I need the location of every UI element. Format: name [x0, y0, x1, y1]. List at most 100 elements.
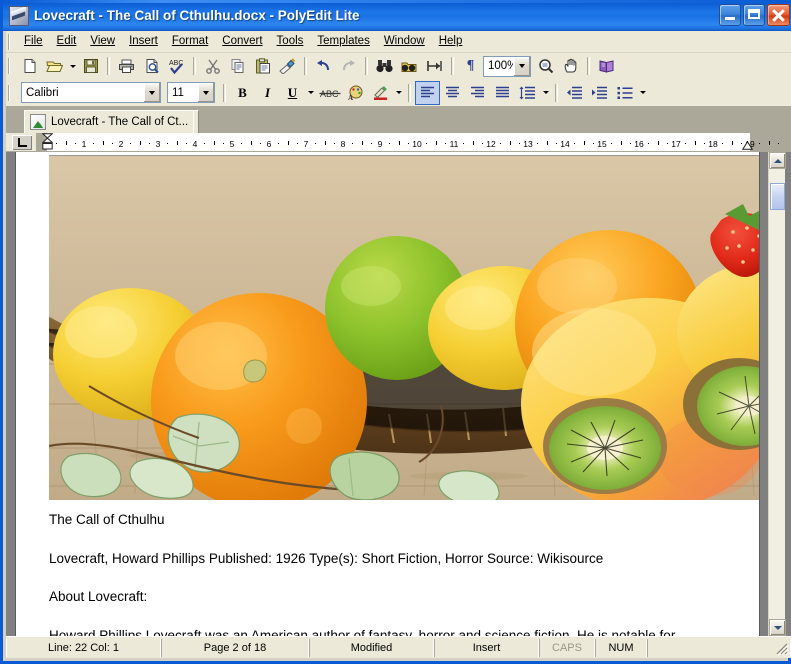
bold-button[interactable]: B: [230, 81, 255, 105]
ruler-quarter-dot: [93, 143, 95, 144]
ruler-quarter-dot: [426, 143, 428, 144]
document-tab[interactable]: Lovecraft - The Call of Ct...: [24, 110, 200, 133]
bold-icon: B: [238, 84, 247, 100]
toolbar-grip[interactable]: [8, 58, 15, 74]
underline-button[interactable]: U: [280, 81, 305, 105]
ruler-half-tick: [139, 141, 141, 145]
italic-button[interactable]: I: [255, 81, 280, 105]
print-preview-button[interactable]: [139, 54, 164, 78]
menubar-grip[interactable]: [8, 33, 15, 50]
align-center-button[interactable]: [440, 81, 465, 105]
document-text-body[interactable]: The Call of Cthulhu Lovecraft, Howard Ph…: [49, 512, 749, 636]
ruler-quarter-dot: [278, 143, 280, 144]
copy-button[interactable]: [225, 54, 250, 78]
zoom-tool-button[interactable]: [533, 54, 558, 78]
find-button[interactable]: [372, 54, 397, 78]
format-painter-button[interactable]: [275, 54, 300, 78]
highlight-color-button[interactable]: [368, 81, 393, 105]
menu-file[interactable]: File: [17, 33, 50, 50]
highlight-color-dropdown[interactable]: [393, 82, 404, 104]
menu-view[interactable]: View: [83, 33, 122, 50]
redo-button[interactable]: [336, 54, 361, 78]
ruler-quarter-dot: [333, 143, 335, 144]
align-right-button[interactable]: [465, 81, 490, 105]
increase-indent-icon: [592, 86, 607, 99]
scroll-down-arrow-icon: [773, 625, 782, 630]
increase-indent-button[interactable]: [587, 81, 612, 105]
hand-tool-button[interactable]: [558, 54, 583, 78]
bullet-list-dropdown[interactable]: [637, 82, 648, 104]
font-name-dropdown-button[interactable]: [143, 83, 160, 102]
align-left-button[interactable]: [415, 80, 440, 105]
save-document-button[interactable]: [78, 54, 103, 78]
menu-window[interactable]: Window: [377, 33, 432, 50]
window-frame: Lovecraft - The Call of Cthulhu.docx - P…: [0, 0, 791, 664]
zoom-combo[interactable]: 100%: [483, 55, 531, 77]
show-formatting-marks-button[interactable]: ¶: [458, 54, 483, 78]
scroll-thumb[interactable]: [770, 183, 785, 210]
horizontal-ruler[interactable]: 1 2 3 4 5 6 7 8 9 10 11 12 13 14 15 16 17 18 19: [36, 133, 791, 151]
ruler-mark-18: 18: [708, 139, 718, 149]
tab-stop-selector[interactable]: [12, 135, 32, 150]
minimize-button[interactable]: [719, 4, 741, 26]
ruler-quarter-dot: [259, 143, 261, 144]
menu-templates[interactable]: Templates: [310, 33, 376, 50]
ruler-quarter-dot: [185, 143, 187, 144]
status-insert-mode: Insert: [434, 638, 539, 657]
undo-arrow-icon: [317, 60, 329, 71]
close-button[interactable]: [767, 4, 790, 26]
decrease-indent-button[interactable]: [562, 81, 587, 105]
document-page[interactable]: The Call of Cthulhu Lovecraft, Howard Ph…: [15, 152, 760, 636]
vertical-scrollbar[interactable]: [768, 152, 786, 636]
bullet-list-button[interactable]: [612, 81, 637, 105]
open-document-dropdown[interactable]: [67, 55, 78, 77]
font-size-dropdown-button[interactable]: [197, 83, 214, 102]
menu-format[interactable]: Format: [165, 33, 215, 50]
resize-grip-icon[interactable]: [775, 642, 789, 656]
font-color-button[interactable]: A: [343, 81, 368, 105]
zoom-dropdown-button[interactable]: [513, 56, 530, 76]
align-justify-button[interactable]: [490, 81, 515, 105]
ruler-mark-1: 1: [81, 139, 87, 149]
cut-button[interactable]: [200, 54, 225, 78]
spellcheck-abc-icon: ABC: [169, 60, 183, 74]
paste-button[interactable]: [250, 54, 275, 78]
ruler-half-tick: [361, 141, 363, 145]
print-button[interactable]: [114, 54, 139, 78]
maximize-button[interactable]: [743, 4, 765, 26]
font-size-combo[interactable]: 11: [167, 82, 215, 103]
open-document-button[interactable]: [42, 54, 67, 78]
right-indent-marker: [742, 141, 753, 150]
menu-help[interactable]: Help: [432, 33, 470, 50]
new-document-button[interactable]: [17, 54, 42, 78]
fruit-basket-photo[interactable]: [49, 155, 759, 500]
ruler-half-tick: [731, 141, 733, 145]
replace-button[interactable]: [397, 54, 422, 78]
format-toolbar-grip[interactable]: [8, 84, 15, 101]
line-spacing-dropdown[interactable]: [540, 82, 551, 104]
ruler-quarter-dot: [74, 143, 76, 144]
ruler-mark-9: 9: [377, 139, 383, 149]
menu-convert[interactable]: Convert: [215, 33, 269, 50]
spell-check-button[interactable]: ABC: [164, 54, 189, 78]
title-bar[interactable]: Lovecraft - The Call of Cthulhu.docx - P…: [3, 0, 791, 31]
menu-tools[interactable]: Tools: [270, 33, 311, 50]
insert-tab-button[interactable]: [422, 54, 447, 78]
document-tab-label: Lovecraft - The Call of Ct...: [51, 116, 189, 128]
font-name-combo[interactable]: Calibri: [21, 82, 161, 103]
status-num-lock: NUM: [595, 638, 647, 657]
ruler-quarter-dot: [648, 143, 650, 144]
undo-button[interactable]: [311, 54, 336, 78]
scroll-down-button[interactable]: [769, 619, 786, 636]
menu-edit[interactable]: Edit: [50, 33, 84, 50]
dictionary-button[interactable]: [594, 54, 619, 78]
menu-insert[interactable]: Insert: [122, 33, 165, 50]
line-spacing-button[interactable]: [515, 81, 540, 105]
document-canvas[interactable]: The Call of Cthulhu Lovecraft, Howard Ph…: [6, 152, 791, 636]
formatting-toolbar: Calibri 11 B I U ABC A: [6, 79, 791, 107]
ruler-half-tick: [546, 141, 548, 145]
scroll-up-button[interactable]: [769, 152, 786, 169]
ruler-quarter-dot: [444, 143, 446, 144]
underline-dropdown[interactable]: [305, 82, 316, 104]
strikethrough-button[interactable]: ABC: [316, 81, 343, 105]
